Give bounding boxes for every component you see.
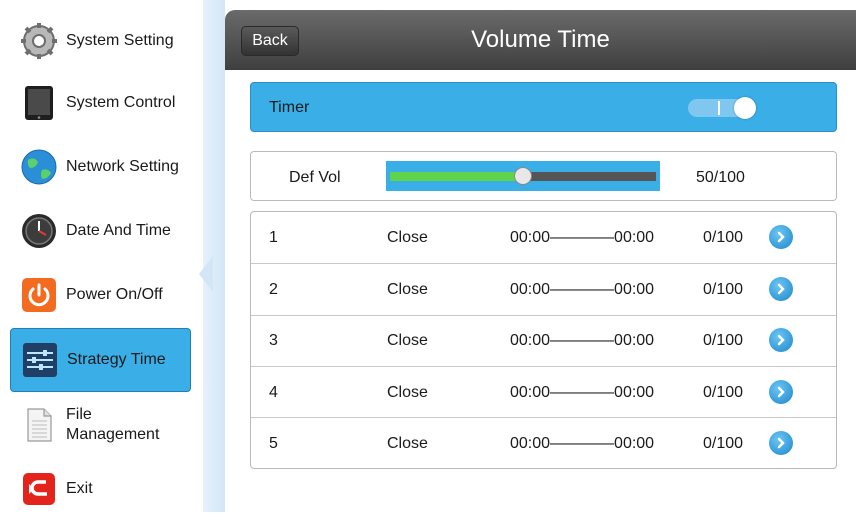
sidebar-item-label: Exit bbox=[66, 480, 93, 497]
row-time-range: 00:00————00:00 bbox=[510, 435, 655, 452]
row-time-range: 00:00————00:00 bbox=[510, 332, 655, 349]
power-icon bbox=[20, 276, 58, 314]
row-time-range: 00:00————00:00 bbox=[510, 229, 655, 246]
chevron-right-icon[interactable] bbox=[769, 431, 793, 455]
table-row[interactable]: 5 Close 00:00————00:00 0/100 bbox=[251, 418, 836, 469]
sidebar-item-system-setting[interactable]: System Setting bbox=[10, 10, 191, 72]
row-status: Close bbox=[387, 332, 428, 349]
timer-row[interactable]: Timer bbox=[250, 82, 837, 132]
page-title: Volume Time bbox=[471, 26, 610, 53]
chevron-right-icon[interactable] bbox=[769, 225, 793, 249]
row-volume: 0/100 bbox=[703, 281, 744, 298]
row-volume: 0/100 bbox=[703, 229, 744, 246]
schedule-list: 1 Close 00:00————00:00 0/100 2 Close 00:… bbox=[250, 211, 837, 469]
default-volume-value: 50/100 bbox=[696, 169, 745, 186]
file-label: File bbox=[66, 406, 92, 423]
sidebar-item-label: File Management bbox=[66, 405, 159, 445]
sidebar: System Setting System Control Network Se… bbox=[0, 0, 203, 512]
tablet-icon bbox=[20, 84, 58, 122]
row-number: 5 bbox=[269, 435, 278, 452]
clock-icon bbox=[20, 212, 58, 250]
row-number: 3 bbox=[269, 332, 278, 349]
sidebar-item-date-and-time[interactable]: Date And Time bbox=[10, 200, 191, 262]
gear-icon bbox=[20, 22, 58, 60]
row-number: 2 bbox=[269, 281, 278, 298]
row-status: Close bbox=[387, 435, 428, 452]
sidebar-item-system-control[interactable]: System Control bbox=[10, 72, 191, 134]
row-status: Close bbox=[387, 229, 428, 246]
sidebar-item-label: Date And Time bbox=[66, 222, 171, 239]
sidebar-item-label: Network Setting bbox=[66, 158, 179, 175]
title-bar: Back Volume Time bbox=[225, 10, 856, 70]
sidebar-item-label: System Control bbox=[66, 94, 176, 111]
slider-fill bbox=[390, 172, 523, 181]
timer-toggle[interactable] bbox=[688, 97, 758, 119]
row-time-range: 00:00————00:00 bbox=[510, 281, 655, 298]
sliders-icon bbox=[21, 341, 59, 379]
row-number: 4 bbox=[269, 384, 278, 401]
table-row[interactable]: 3 Close 00:00————00:00 0/100 bbox=[251, 315, 836, 366]
active-indicator-notch bbox=[199, 256, 213, 292]
row-status: Close bbox=[387, 281, 428, 298]
row-volume: 0/100 bbox=[703, 435, 744, 452]
exit-icon bbox=[20, 470, 58, 508]
row-volume: 0/100 bbox=[703, 384, 744, 401]
sidebar-item-label: Power On/Off bbox=[66, 286, 163, 303]
default-volume-label: Def Vol bbox=[289, 169, 341, 186]
sidebar-item-label: System Setting bbox=[66, 32, 174, 49]
globe-icon bbox=[20, 148, 58, 186]
default-volume-slider[interactable] bbox=[386, 161, 660, 191]
slider-thumb[interactable] bbox=[514, 167, 532, 185]
row-time-range: 00:00————00:00 bbox=[510, 384, 655, 401]
management-label: Management bbox=[66, 426, 160, 443]
sidebar-item-exit[interactable]: Exit bbox=[10, 458, 191, 520]
sidebar-item-file-management[interactable]: File Management bbox=[10, 394, 191, 456]
row-volume: 0/100 bbox=[703, 332, 744, 349]
row-status: Close bbox=[387, 384, 428, 401]
main-panel: Back Volume Time Timer Def Vol 50/100 1 … bbox=[225, 0, 856, 512]
toggle-on-mark bbox=[718, 101, 720, 115]
toggle-knob bbox=[734, 97, 756, 119]
timer-label: Timer bbox=[269, 99, 310, 116]
table-row[interactable]: 4 Close 00:00————00:00 0/100 bbox=[251, 367, 836, 418]
table-row[interactable]: 2 Close 00:00————00:00 0/100 bbox=[251, 264, 836, 315]
default-volume-row: Def Vol 50/100 bbox=[250, 151, 837, 201]
document-icon bbox=[20, 406, 58, 444]
sidebar-item-label: Strategy Time bbox=[67, 351, 166, 368]
chevron-right-icon[interactable] bbox=[769, 380, 793, 404]
sidebar-item-power-on-off[interactable]: Power On/Off bbox=[10, 264, 191, 326]
row-number: 1 bbox=[269, 229, 278, 246]
sidebar-item-network-setting[interactable]: Network Setting bbox=[10, 136, 191, 198]
chevron-right-icon[interactable] bbox=[769, 277, 793, 301]
table-row[interactable]: 1 Close 00:00————00:00 0/100 bbox=[251, 212, 836, 263]
chevron-right-icon[interactable] bbox=[769, 328, 793, 352]
sidebar-item-strategy-time[interactable]: Strategy Time bbox=[10, 328, 191, 392]
